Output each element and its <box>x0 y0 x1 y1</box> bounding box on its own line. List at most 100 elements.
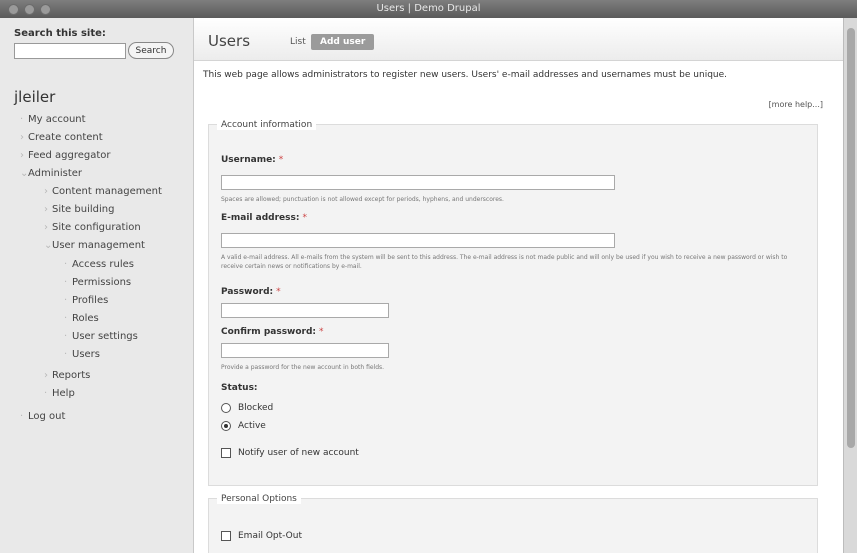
username-label-text: Username: <box>221 155 276 165</box>
nav-label: Create content <box>28 132 103 143</box>
nav-label: Profiles <box>72 295 109 306</box>
password-label: Password: * <box>221 287 281 297</box>
nav-help[interactable]: · Help <box>44 388 75 399</box>
password-input[interactable] <box>221 303 389 318</box>
bullet-icon: · <box>20 114 24 125</box>
required-mark: * <box>302 213 307 223</box>
nav-label: Site building <box>52 204 115 215</box>
notify-label: Notify user of new account <box>238 448 359 458</box>
nav-administer[interactable]: ⌄Administer <box>20 168 82 179</box>
nav-label: Site configuration <box>52 222 141 233</box>
fieldset-legend: Personal Options <box>217 494 301 504</box>
nav-reports[interactable]: › Reports <box>44 370 90 381</box>
nav-label: Users <box>72 349 101 360</box>
nav-label: Roles <box>72 313 99 324</box>
status-blocked-label: Blocked <box>238 403 274 413</box>
required-mark: * <box>276 287 281 297</box>
nav-label: Administer <box>28 168 83 179</box>
nav-label: Log out <box>28 411 66 422</box>
expanded-arrow-icon: ⌄ <box>20 168 29 179</box>
bullet-icon: · <box>64 331 68 342</box>
intro-text: This web page allows administrators to r… <box>203 70 728 80</box>
search-label: Search this site: <box>14 28 106 39</box>
vertical-scrollbar[interactable] <box>843 18 857 553</box>
user-block-title: jleiler <box>14 88 56 106</box>
nav-site-configuration[interactable]: › Site configuration <box>44 222 141 233</box>
confirm-password-input[interactable] <box>221 343 389 358</box>
more-help-link[interactable]: [more help...] <box>769 100 823 109</box>
bullet-icon: · <box>64 313 68 324</box>
collapsed-arrow-icon: › <box>44 370 48 381</box>
email-label: E-mail address: * <box>221 213 307 223</box>
nav-users[interactable]: · Users <box>64 349 100 360</box>
nav-feed-aggregator[interactable]: › Feed aggregator <box>20 150 111 161</box>
collapsed-arrow-icon: › <box>20 150 24 161</box>
confirm-password-label-text: Confirm password: <box>221 327 317 337</box>
confirm-password-label: Confirm password: * <box>221 327 324 337</box>
scrollbar-thumb[interactable] <box>847 28 855 448</box>
notify-checkbox[interactable] <box>221 448 231 458</box>
nav-user-settings[interactable]: · User settings <box>64 331 138 342</box>
nav-access-rules[interactable]: · Access rules <box>64 259 134 270</box>
nav-label: Permissions <box>72 277 132 288</box>
tab-add-user[interactable]: Add user <box>311 34 375 50</box>
fieldset-legend: Account information <box>217 120 317 130</box>
personal-options-fieldset: Personal Options Email Opt-Out <box>208 494 818 553</box>
search-button[interactable]: Search <box>128 42 174 59</box>
nav-site-building[interactable]: › Site building <box>44 204 114 215</box>
email-description: A valid e-mail address. All e-mails from… <box>221 254 788 270</box>
nav-label: User management <box>52 240 145 251</box>
username-input[interactable] <box>221 175 615 190</box>
nav-my-account[interactable]: · My account <box>20 114 86 125</box>
required-mark: * <box>278 155 284 165</box>
nav-content-management[interactable]: › Content management <box>44 186 162 197</box>
nav-label: Access rules <box>72 259 135 270</box>
nav-permissions[interactable]: · Permissions <box>64 277 131 288</box>
status-active-option[interactable]: Active <box>221 421 266 431</box>
bullet-icon: · <box>44 388 48 399</box>
nav-log-out[interactable]: · Log out <box>20 411 65 422</box>
nav-label: My account <box>28 114 86 125</box>
username-label: Username: * <box>221 155 283 165</box>
collapsed-arrow-icon: › <box>44 222 48 233</box>
nav-label: Content management <box>52 186 162 197</box>
email-optout-checkbox[interactable] <box>221 531 231 541</box>
window-title: Users | Demo Drupal <box>376 3 481 14</box>
nav-label: Reports <box>52 370 91 381</box>
email-input[interactable] <box>221 233 615 248</box>
nav-create-content[interactable]: › Create content <box>20 132 103 143</box>
bullet-icon: · <box>64 295 68 306</box>
email-optout-label: Email Opt-Out <box>238 531 302 541</box>
password-description: Provide a password for the new account i… <box>221 364 385 371</box>
expanded-arrow-icon: ⌄ <box>44 240 53 251</box>
status-label: Status: <box>221 383 258 393</box>
radio-unchecked-icon[interactable] <box>221 403 231 413</box>
collapsed-arrow-icon: › <box>20 132 24 143</box>
title-bar: Users | Demo Drupal <box>0 0 857 18</box>
bullet-icon: · <box>64 259 68 270</box>
nav-roles[interactable]: · Roles <box>64 313 99 324</box>
nav-profiles[interactable]: · Profiles <box>64 295 108 306</box>
notify-user-option[interactable]: Notify user of new account <box>221 448 359 458</box>
status-active-label: Active <box>238 421 266 431</box>
nav-label: User settings <box>72 331 138 342</box>
nav-user-management[interactable]: ⌄User management <box>44 240 145 251</box>
radio-checked-icon[interactable] <box>221 421 231 431</box>
status-blocked-option[interactable]: Blocked <box>221 403 273 413</box>
collapsed-arrow-icon: › <box>44 186 48 197</box>
account-information-fieldset: Account information Username: * Spaces ar… <box>208 120 818 486</box>
tab-list[interactable]: List <box>284 34 312 50</box>
page-header: Users List Add user <box>194 18 843 61</box>
password-label-text: Password: <box>221 287 274 297</box>
sidebar: Search this site: Search jleiler · My acc… <box>0 18 194 553</box>
email-optout-option[interactable]: Email Opt-Out <box>221 531 302 541</box>
nav-label: Help <box>52 388 75 399</box>
bullet-icon: · <box>64 277 68 288</box>
main-content: Users List Add user This web page allows… <box>194 18 843 553</box>
bullet-icon: · <box>64 349 68 360</box>
browser-window: Users | Demo Drupal Search this site: Se… <box>0 0 857 553</box>
page-title: Users <box>208 32 251 50</box>
search-input[interactable] <box>14 43 126 59</box>
collapsed-arrow-icon: › <box>44 204 48 215</box>
bullet-icon: · <box>20 411 24 422</box>
